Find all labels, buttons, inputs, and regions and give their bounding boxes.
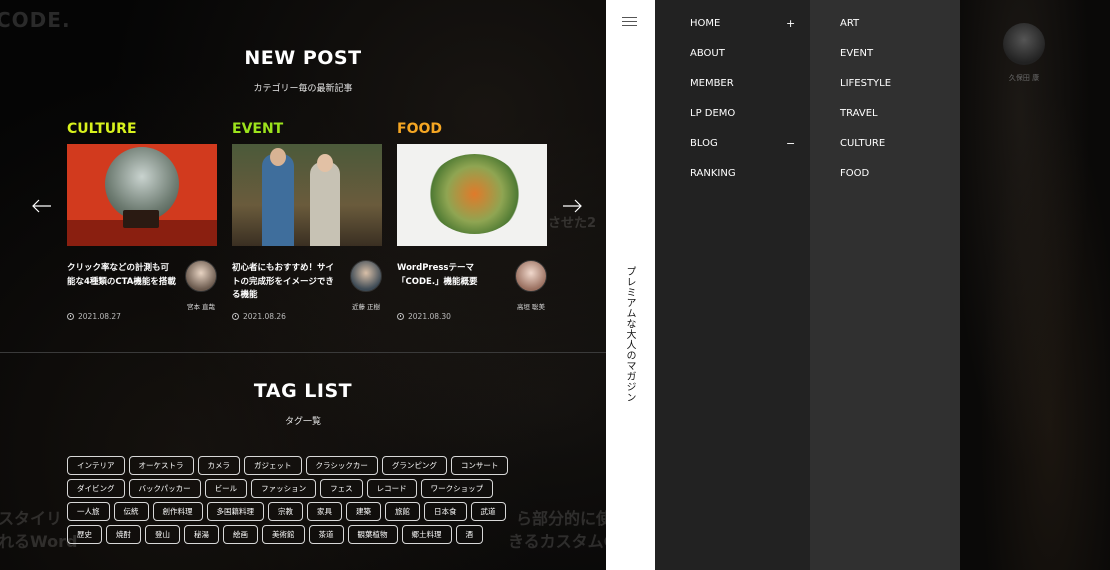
tag-button[interactable]: カメラ (197, 456, 240, 475)
nav-subitem-event[interactable]: EVENT (840, 48, 873, 59)
tag-button[interactable]: 武道 (470, 502, 506, 521)
tag-button[interactable]: 宗教 (268, 502, 303, 521)
tag-button[interactable]: 郷土料理 (401, 525, 452, 544)
clock-icon (397, 313, 404, 320)
tag-row: ダイビング バックパッカー ビール ファッション フェス レコード ワークショッ… (67, 479, 547, 498)
nav-subitem-art[interactable]: ART (840, 18, 859, 29)
author-name: 高垣 聡美 (516, 303, 546, 311)
post-card-category[interactable]: FOOD (397, 120, 547, 144)
nav-subitem-travel[interactable]: TRAVEL (840, 108, 878, 119)
clock-icon (232, 313, 239, 320)
post-card-title[interactable]: WordPressテーマ「CODE.」機能概要 (397, 262, 507, 289)
tag-button[interactable]: ワークショップ (420, 479, 494, 498)
author-avatar[interactable] (350, 260, 382, 292)
site-tagline: プレミアムな大人のマガジン (624, 266, 635, 403)
nav-item-lp-demo[interactable]: LP DEMO (690, 108, 735, 119)
tag-button[interactable]: 一人旅 (67, 502, 110, 521)
tag-button[interactable]: 絵画 (223, 525, 258, 544)
tag-button[interactable]: 創作料理 (152, 502, 203, 521)
post-card-category[interactable]: CULTURE (67, 120, 217, 144)
carousel-prev-arrow-icon[interactable] (31, 196, 53, 216)
tag-button[interactable]: 歴史 (67, 525, 102, 544)
expand-plus-icon[interactable]: + (786, 17, 795, 30)
post-card-event[interactable]: EVENT 初心者にもおすすめ！サイトの完成形をイメージできる機能 近藤 正樹 … (232, 120, 382, 321)
tag-list-subheading: タグ一覧 (284, 417, 321, 427)
post-card-culture[interactable]: CULTURE クリック率などの計測も可能な4種類のCTA機能を搭載 宮本 直哉… (67, 120, 217, 321)
nav-subitem-food[interactable]: FOOD (840, 168, 869, 179)
new-post-subheading: カテゴリー毎の最新記事 (253, 84, 353, 94)
tag-button[interactable]: 建築 (346, 502, 381, 521)
post-date: 2021.08.27 (67, 312, 121, 321)
nav-item-ranking[interactable]: RANKING (690, 168, 736, 179)
collapse-minus-icon[interactable]: − (786, 137, 795, 150)
tag-button[interactable]: バックパッカー (128, 479, 201, 498)
tag-button[interactable]: 家具 (307, 502, 342, 521)
author-name: 久保田 康 (1008, 74, 1040, 82)
tag-button[interactable]: 日本食 (424, 502, 467, 521)
tag-button[interactable]: 旅館 (385, 502, 420, 521)
author-name: 近藤 正樹 (351, 303, 381, 311)
tag-button[interactable]: 観葉植物 (347, 525, 398, 544)
tag-row: 一人旅 伝統 創作料理 多国籍料理 宗教 家具 建築 旅館 日本食 武道 (67, 502, 547, 521)
tag-button[interactable]: コンサート (450, 456, 509, 475)
author-avatar[interactable] (515, 260, 547, 292)
drawer-primary-nav: HOME + ABOUT MEMBER LP DEMO BLOG − RANKI… (655, 0, 810, 570)
drawer-blog-submenu: ART EVENT LIFESTYLE TRAVEL CULTURE FOOD (810, 0, 960, 570)
author-avatar[interactable] (1003, 23, 1045, 65)
background-page-right: 久保田 康 (960, 0, 1110, 570)
tag-button[interactable]: ビール (204, 479, 248, 498)
ghost-text: スタイリ (0, 509, 63, 528)
nav-subitem-lifestyle[interactable]: LIFESTYLE (840, 78, 891, 89)
tag-list: インテリア オーケストラ カメラ ガジェット クラシックカー グランピング コン… (67, 456, 547, 548)
tag-button[interactable]: ダイビング (67, 479, 125, 498)
tag-button[interactable]: 伝統 (113, 502, 149, 521)
tag-button[interactable]: 酒 (455, 525, 483, 544)
nav-item-member[interactable]: MEMBER (690, 78, 734, 89)
tag-button[interactable]: ファッション (251, 479, 317, 498)
post-card-food[interactable]: FOOD WordPressテーマ「CODE.」機能概要 高垣 聡美 2021.… (397, 120, 547, 321)
tag-button[interactable]: 美術館 (262, 525, 305, 544)
nav-subitem-culture[interactable]: CULTURE (840, 138, 885, 149)
tag-list-heading: TAG LIST (253, 380, 353, 402)
tag-button[interactable]: レコード (366, 479, 417, 498)
post-card-image[interactable] (232, 144, 382, 246)
background-texture (960, 0, 1110, 570)
tag-button[interactable]: ガジェット (244, 456, 302, 475)
background-page: CODE. NEW POST カテゴリー毎の最新記事 CULTURE クリック率… (0, 0, 606, 570)
tag-row: インテリア オーケストラ カメラ ガジェット クラシックカー グランピング コン… (67, 456, 547, 475)
ghost-text: させた2 (548, 216, 597, 231)
post-card-image[interactable] (67, 144, 217, 246)
author-avatar[interactable] (185, 260, 217, 292)
tag-button[interactable]: オーケストラ (128, 456, 194, 475)
tag-button[interactable]: 茶道 (308, 525, 344, 544)
section-divider (0, 352, 606, 353)
new-post-heading: NEW POST (244, 47, 362, 69)
drawer-strip: プレミアムな大人のマガジン (606, 0, 655, 570)
tag-button[interactable]: 多国籍料理 (206, 502, 264, 521)
tag-button[interactable]: インテリア (67, 456, 125, 475)
menu-close-icon[interactable] (622, 17, 637, 27)
nav-item-about[interactable]: ABOUT (690, 48, 725, 59)
clock-icon (67, 313, 74, 320)
post-card-image[interactable] (397, 144, 547, 246)
nav-item-blog[interactable]: BLOG (690, 138, 718, 149)
post-card-title[interactable]: クリック率などの計測も可能な4種類のCTA機能を搭載 (67, 262, 177, 289)
tag-button[interactable]: 秘湯 (184, 525, 219, 544)
tag-row: 歴史 焼酎 登山 秘湯 絵画 美術館 茶道 観葉植物 郷土料理 酒 (67, 525, 547, 544)
tag-button[interactable]: 焼酎 (106, 525, 141, 544)
post-date: 2021.08.26 (232, 312, 286, 321)
ghost-text: れるWord (0, 532, 78, 551)
post-card-category[interactable]: EVENT (232, 120, 382, 144)
tag-button[interactable]: フェス (320, 479, 363, 498)
site-logo[interactable]: CODE. (0, 8, 71, 32)
nav-item-home[interactable]: HOME (690, 18, 720, 29)
post-date: 2021.08.30 (397, 312, 451, 321)
tag-button[interactable]: クラシックカー (305, 456, 378, 475)
post-card-title[interactable]: 初心者にもおすすめ！サイトの完成形をイメージできる機能 (232, 262, 342, 303)
author-name: 宮本 直哉 (186, 303, 216, 311)
tag-button[interactable]: グランピング (381, 456, 447, 475)
tag-button[interactable]: 登山 (145, 525, 180, 544)
